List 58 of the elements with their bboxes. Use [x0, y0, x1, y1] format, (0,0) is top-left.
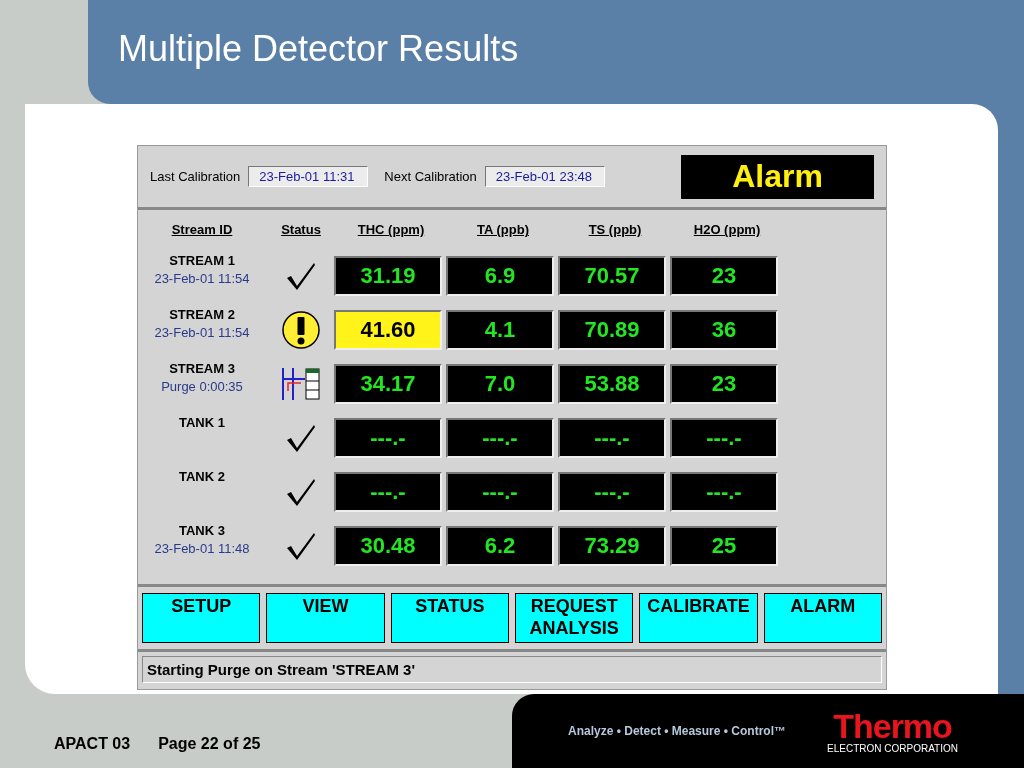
- reading-display: ---.-: [446, 418, 554, 458]
- reading-display: 4.1: [446, 310, 554, 350]
- logo-subtitle: ELECTRON CORPORATION: [827, 742, 958, 754]
- reading-display: 31.19: [334, 256, 442, 296]
- stream-name: STREAM 3: [169, 361, 235, 376]
- reading-display: 30.48: [334, 526, 442, 566]
- tagline: Analyze • Detect • Measure • Control™: [568, 724, 786, 738]
- stream-detail: 23-Feb-01 11:48: [154, 541, 250, 556]
- column-header: Stream ID: [171, 222, 233, 237]
- command-button[interactable]: CALIBRATE: [639, 593, 758, 643]
- reading-display: 6.9: [446, 256, 554, 296]
- reading-display: ---.-: [446, 472, 554, 512]
- reading-display: ---.-: [670, 418, 778, 458]
- column-header: Status: [281, 222, 321, 237]
- page-number: Page 22 of 25: [158, 735, 261, 753]
- stream-detail: 23-Feb-01 11:54: [154, 271, 250, 286]
- command-button[interactable]: VIEW: [266, 593, 385, 643]
- stream-name: TANK 2: [179, 469, 225, 484]
- command-button[interactable]: STATUS: [390, 593, 509, 643]
- alarm-display: Alarm: [681, 154, 874, 199]
- reading-display: 23: [670, 364, 778, 404]
- reading-display: 41.60: [334, 310, 442, 350]
- reading-display: 70.57: [558, 256, 666, 296]
- last-calibration-label: Last Calibration: [150, 169, 241, 184]
- reading-display: 23: [670, 256, 778, 296]
- reading-display: ---.-: [334, 472, 442, 512]
- stream-name: STREAM 1: [169, 253, 235, 268]
- column-header: THC (ppm): [357, 222, 425, 237]
- reading-display: 34.17: [334, 364, 442, 404]
- reading-display: 73.29: [558, 526, 666, 566]
- next-calibration-field: 23-Feb-01 23:48: [484, 166, 605, 187]
- reading-display: 25: [670, 526, 778, 566]
- reading-display: 6.2: [446, 526, 554, 566]
- next-calibration-label: Next Calibration: [384, 169, 477, 184]
- reading-display: 70.89: [558, 310, 666, 350]
- reading-display: ---.-: [334, 418, 442, 458]
- column-header: TA (ppb): [477, 222, 529, 237]
- reading-display: 53.88: [558, 364, 666, 404]
- stream-name: TANK 3: [179, 523, 225, 538]
- reading-display: ---.-: [558, 472, 666, 512]
- reading-display: ---.-: [558, 418, 666, 458]
- stream-detail: 23-Feb-01 11:54: [154, 325, 250, 340]
- column-header: TS (ppb): [588, 222, 642, 237]
- reading-display: 7.0: [446, 364, 554, 404]
- document-code: APACT 03: [54, 735, 131, 753]
- stream-detail: Purge 0:00:35: [161, 379, 243, 394]
- command-button[interactable]: REQUEST ANALYSIS: [515, 593, 634, 643]
- slide-title: Multiple Detector Results: [118, 28, 519, 70]
- command-button[interactable]: ALARM: [763, 593, 882, 643]
- command-button[interactable]: SETUP: [142, 593, 261, 643]
- stream-name: TANK 1: [179, 415, 225, 430]
- reading-display: ---.-: [670, 472, 778, 512]
- column-header: H2O (ppm): [693, 222, 761, 237]
- status-bar: Starting Purge on Stream 'STREAM 3': [142, 656, 882, 683]
- stream-name: STREAM 2: [169, 307, 235, 322]
- logo-text: Thermo: [833, 708, 952, 743]
- reading-display: 36: [670, 310, 778, 350]
- last-calibration-field: 23-Feb-01 11:31: [248, 166, 369, 187]
